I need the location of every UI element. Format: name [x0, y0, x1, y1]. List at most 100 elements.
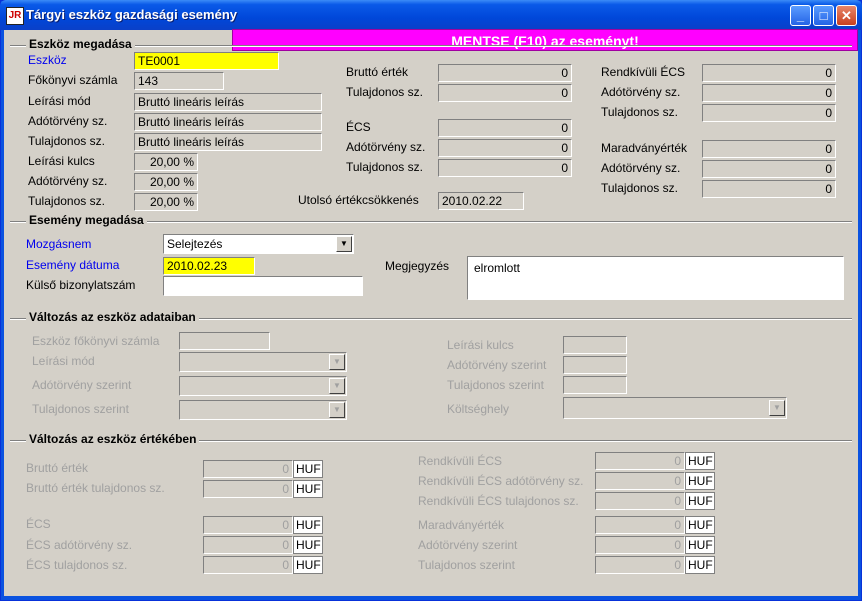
kulcs-ado-label: Adótörvény sz. [28, 174, 108, 188]
currency-badge: HUF [685, 452, 715, 470]
mozgasnem-label: Mozgásnem [26, 237, 92, 251]
ve-ecs-ado-field: 0 [203, 536, 293, 554]
save-reminder-banner: MENTSE (F10) az eseményt! [232, 29, 858, 51]
ve-rendk-tul-label: Rendkívüli ÉCS tulajdonos sz. [418, 494, 579, 508]
currency-badge: HUF [293, 556, 323, 574]
brutto-tul-label: Tulajdonos sz. [346, 85, 423, 99]
minimize-button[interactable]: _ [790, 5, 811, 26]
v-ado-select: ▼ [179, 376, 347, 396]
v-kulcs-ado-field [563, 356, 627, 374]
v-tul-label: Tulajdonos szerint [32, 402, 129, 416]
section-title-valtozas-ertek: Változás az eszköz értékében [26, 432, 200, 446]
kulcs-tul-field: 20,00 % [134, 193, 198, 211]
ve-rendk-ado-field: 0 [595, 472, 685, 490]
currency-badge: HUF [685, 536, 715, 554]
ve-rendk-label: Rendkívüli ÉCS [418, 454, 503, 468]
fokonyvi-field: 143 [134, 72, 224, 90]
ve-marad-tul-field: 0 [595, 556, 685, 574]
section-title-valtozas-adat: Változás az eszköz adataiban [26, 310, 199, 324]
v-kulcs-field [563, 336, 627, 354]
ve-marad-tul-label: Tulajdonos szerint [418, 558, 515, 572]
kulcs-label: Leírási kulcs [28, 154, 95, 168]
adotorveny-field: Bruttó lineáris leírás [134, 113, 322, 131]
currency-badge: HUF [685, 492, 715, 510]
currency-badge: HUF [685, 556, 715, 574]
close-button[interactable]: ✕ [836, 5, 857, 26]
rendk-ecs-label: Rendkívüli ÉCS [601, 65, 686, 79]
ecs-label: ÉCS [346, 120, 371, 134]
v-leirasi-mod-select: ▼ [179, 352, 347, 372]
app-icon: JR [6, 7, 24, 25]
chevron-down-icon: ▼ [329, 402, 345, 418]
ve-brutto-field: 0 [203, 460, 293, 478]
currency-badge: HUF [685, 472, 715, 490]
marad-field: 0 [702, 140, 836, 158]
maximize-button[interactable]: □ [813, 5, 834, 26]
v-koltseghely-label: Költséghely [447, 402, 510, 416]
title-bar[interactable]: JR Tárgyi eszköz gazdasági esemény _ □ ✕ [0, 0, 862, 30]
mozgasnem-select[interactable]: Selejtezés ▼ [163, 234, 354, 254]
currency-badge: HUF [685, 516, 715, 534]
megjegyzes-textarea[interactable]: elromlott [467, 256, 844, 300]
ve-brutto-tul-field: 0 [203, 480, 293, 498]
v-kulcs-ado-label: Adótörvény szerint [447, 358, 547, 372]
ve-rendk-field: 0 [595, 452, 685, 470]
ve-marad-label: Maradványérték [418, 518, 505, 532]
utolso-ecs-field: 2010.02.22 [438, 192, 524, 210]
rendk-tul-label: Tulajdonos sz. [601, 105, 678, 119]
kulcs-field: 20,00 % [134, 153, 198, 171]
section-title-eszkoz: Eszköz megadása [26, 37, 135, 51]
tulajdonos-field: Bruttó lineáris leírás [134, 133, 322, 151]
utolso-ecs-label: Utolsó értékcsökkenés [298, 193, 419, 207]
mozgasnem-value: Selejtezés [167, 237, 223, 251]
v-fokonyvi-label: Eszköz főkönyvi számla [32, 334, 160, 348]
datum-input[interactable]: 2010.02.23 [163, 257, 255, 275]
section-divider [10, 45, 852, 47]
ecs-tul-field: 0 [438, 159, 572, 177]
ve-brutto-label: Bruttó érték [26, 461, 89, 475]
window-title: Tárgyi eszköz gazdasági esemény [26, 7, 237, 22]
currency-badge: HUF [293, 460, 323, 478]
v-fokonyvi-field [179, 332, 270, 350]
v-ado-label: Adótörvény szerint [32, 378, 132, 392]
currency-badge: HUF [293, 480, 323, 498]
v-kulcs-tul-label: Tulajdonos szerint [447, 378, 544, 392]
marad-ado-field: 0 [702, 160, 836, 178]
leirasi-mod-field: Bruttó lineáris leírás [134, 93, 322, 111]
v-kulcs-label: Leírási kulcs [447, 338, 514, 352]
marad-tul-field: 0 [702, 180, 836, 198]
chevron-down-icon[interactable]: ▼ [336, 236, 352, 252]
currency-badge: HUF [293, 516, 323, 534]
ve-marad-field: 0 [595, 516, 685, 534]
rendk-ecs-field: 0 [702, 64, 836, 82]
ecs-ado-field: 0 [438, 139, 572, 157]
ecs-field: 0 [438, 119, 572, 137]
ve-ecs-tul-label: ÉCS tulajdonos sz. [26, 558, 128, 572]
brutto-field: 0 [438, 64, 572, 82]
ve-ecs-ado-label: ÉCS adótörvény sz. [26, 538, 133, 552]
ecs-ado-label: Adótörvény sz. [346, 140, 426, 154]
ve-rendk-ado-label: Rendkívüli ÉCS adótörvény sz. [418, 474, 584, 488]
v-koltseghely-select: ▼ [563, 397, 787, 419]
tulajdonos-label: Tulajdonos sz. [28, 134, 105, 148]
form-client-area: MENTSE (F10) az eseményt! Eszköz megadás… [4, 29, 858, 596]
eszkoz-input[interactable]: TE0001 [134, 52, 279, 70]
marad-ado-label: Adótörvény sz. [601, 161, 681, 175]
chevron-down-icon: ▼ [329, 378, 345, 394]
kulcs-ado-field: 20,00 % [134, 173, 198, 191]
leirasi-mod-label: Leírási mód [28, 94, 91, 108]
ve-ecs-label: ÉCS [26, 517, 51, 531]
kulso-label: Külső bizonylatszám [26, 278, 136, 292]
brutto-tul-field: 0 [438, 84, 572, 102]
chevron-down-icon: ▼ [329, 354, 345, 370]
kulso-input[interactable] [163, 276, 363, 296]
ve-rendk-tul-field: 0 [595, 492, 685, 510]
v-leirasi-mod-label: Leírási mód [32, 354, 95, 368]
eszkoz-label: Eszköz [28, 53, 67, 67]
rendk-tul-field: 0 [702, 104, 836, 122]
currency-badge: HUF [293, 536, 323, 554]
marad-tul-label: Tulajdonos sz. [601, 181, 678, 195]
rendk-ado-label: Adótörvény sz. [601, 85, 681, 99]
ecs-tul-label: Tulajdonos sz. [346, 160, 423, 174]
datum-label: Esemény dátuma [26, 258, 120, 272]
